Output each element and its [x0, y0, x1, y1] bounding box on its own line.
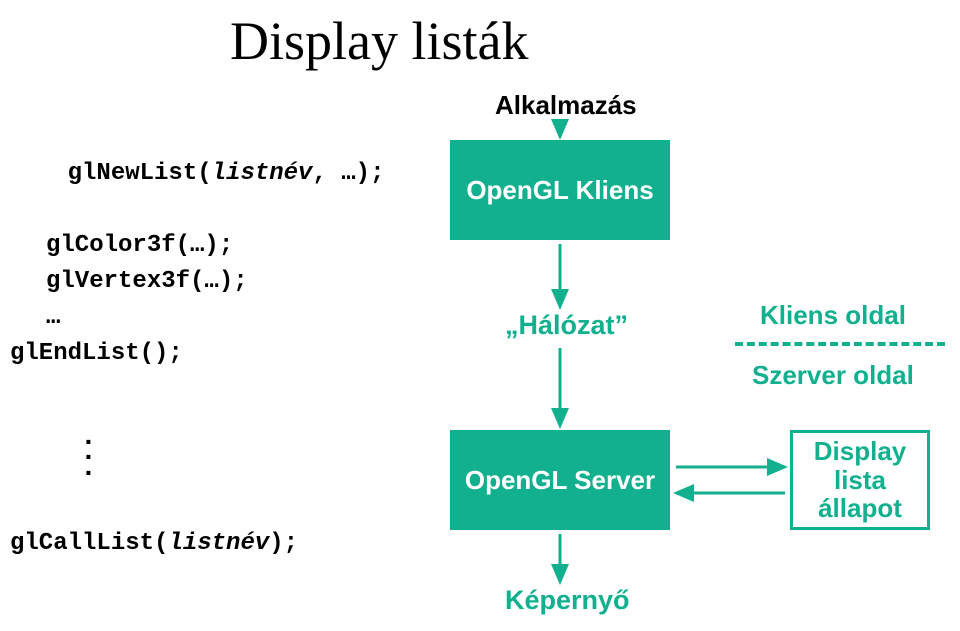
code-line-color: glColor3f(…); [46, 228, 384, 264]
code-line-calllist: glCallList(listnév); [10, 530, 298, 557]
label-kliens-oldal: Kliens oldal [760, 300, 906, 331]
code-block: glNewList(listnév, …); glColor3f(…); glV… [10, 120, 384, 372]
code-arg: listnév [212, 160, 313, 187]
box-display-lista-allapot: Displaylistaállapot [790, 430, 930, 530]
code-rest: , …); [312, 160, 384, 187]
code-fn: glCallList( [10, 530, 168, 557]
code-line-newlist: glNewList(listnév, …); [10, 120, 384, 228]
code-rest: ); [269, 530, 298, 557]
label-szerver-oldal: Szerver oldal [752, 360, 914, 391]
label-kepernyo: Képernyő [505, 585, 630, 616]
code-fn: glNewList( [68, 160, 212, 187]
page-title: Display listák [230, 10, 528, 72]
label-halozat: „Hálózat” [505, 310, 628, 341]
label-alkalmazas: Alkalmazás [495, 90, 637, 121]
divider-dashed [735, 342, 945, 346]
code-line-vertex: glVertex3f(…); [46, 264, 384, 300]
vertical-ellipsis: ... [80, 430, 97, 476]
code-line-dots: … [46, 300, 384, 336]
box-opengl-kliens: OpenGL Kliens [450, 140, 670, 240]
code-line-endlist: glEndList(); [10, 336, 384, 372]
box-opengl-server: OpenGL Server [450, 430, 670, 530]
code-arg: listnév [168, 530, 269, 557]
